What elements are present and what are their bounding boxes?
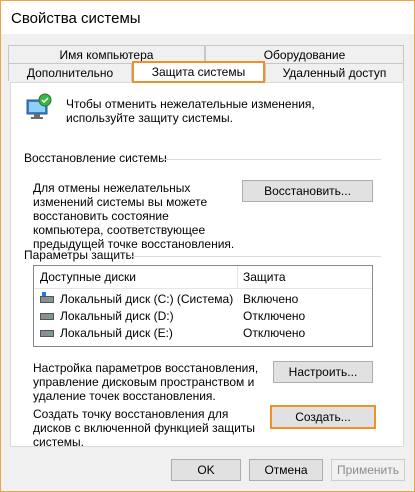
drive-row-d[interactable]: Локальный диск (D:) Отключено bbox=[34, 308, 372, 325]
tab-strip: Имя компьютера Оборудование Дополнительн… bbox=[1, 34, 414, 84]
drive-protection-status: Отключено bbox=[243, 309, 306, 323]
drive-name: Локальный диск (C:) (Система) bbox=[60, 292, 234, 306]
apply-button[interactable]: Применить bbox=[331, 459, 405, 481]
dialog-button-bar: OK Отмена Применить bbox=[1, 447, 414, 491]
drive-row-e[interactable]: Локальный диск (E:) Отключено bbox=[34, 325, 372, 342]
drive-name: Локальный диск (D:) bbox=[60, 309, 174, 323]
tab-remote[interactable]: Удаленный доступ bbox=[265, 63, 404, 81]
tab-panel: Чтобы отменить нежелательные изменения, … bbox=[10, 82, 404, 449]
title-bar[interactable]: Свойства системы bbox=[1, 1, 414, 34]
protection-group-divider bbox=[129, 256, 381, 257]
restore-group-title: Восстановление системы bbox=[24, 151, 167, 165]
system-properties-window: Свойства системы Имя компьютера Оборудов… bbox=[0, 0, 415, 492]
tab-system-protection[interactable]: Защита системы bbox=[132, 61, 265, 83]
drive-icon bbox=[40, 313, 54, 320]
drive-protection-status: Включено bbox=[243, 292, 299, 306]
ok-button[interactable]: OK bbox=[171, 459, 241, 481]
tab-advanced[interactable]: Дополнительно bbox=[8, 63, 132, 81]
restore-group-divider bbox=[161, 159, 381, 160]
cancel-button[interactable]: Отмена bbox=[249, 459, 323, 481]
system-drive-icon bbox=[40, 292, 54, 303]
intro-text: Чтобы отменить нежелательные изменения, … bbox=[66, 97, 315, 125]
configure-button[interactable]: Настроить... bbox=[273, 361, 373, 383]
column-separator[interactable] bbox=[237, 266, 238, 288]
drive-icon bbox=[40, 330, 54, 337]
restore-button[interactable]: Восстановить... bbox=[242, 180, 373, 202]
restore-description: Для отмены нежелательных изменений систе… bbox=[33, 181, 235, 251]
configure-description: Настройка параметров восстановления, упр… bbox=[33, 361, 259, 403]
system-protection-icon bbox=[26, 93, 52, 119]
protection-group-title: Параметры защиты bbox=[24, 248, 135, 262]
column-header-drives[interactable]: Доступные диски bbox=[40, 270, 136, 284]
window-title: Свойства системы bbox=[11, 10, 141, 27]
drive-row-c[interactable]: Локальный диск (C:) (Система) Включено bbox=[34, 291, 372, 308]
column-header-protection[interactable]: Защита bbox=[243, 270, 286, 284]
drive-protection-status: Отключено bbox=[243, 326, 306, 340]
drives-list-header: Доступные диски Защита bbox=[34, 266, 372, 289]
create-button[interactable]: Создать... bbox=[270, 405, 376, 429]
drive-name: Локальный диск (E:) bbox=[60, 326, 173, 340]
create-description: Создать точку восстановления для дисков … bbox=[33, 407, 255, 449]
drives-list[interactable]: Доступные диски Защита Локальный диск (C… bbox=[33, 265, 373, 347]
